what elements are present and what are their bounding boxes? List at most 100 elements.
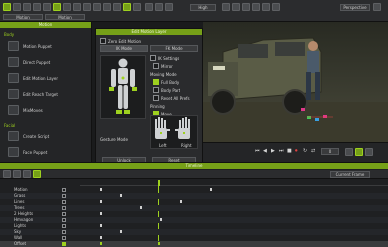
sync-icon[interactable] (355, 148, 363, 156)
create-project-icon[interactable] (3, 3, 11, 11)
track-visibility-checkbox[interactable] (62, 212, 66, 216)
ik-settings-checkbox[interactable] (150, 55, 156, 61)
perspective-dropdown[interactable]: Perspective (340, 4, 370, 11)
ik-settings-row[interactable]: IK Settings (150, 55, 200, 61)
timeline-add-icon[interactable] (13, 170, 21, 178)
face-puppet-item[interactable]: Face Puppet (8, 147, 47, 157)
grid-icon[interactable] (222, 3, 230, 11)
track-visibility-checkbox[interactable] (62, 188, 66, 192)
section-facial: Facial (4, 123, 16, 128)
reset-all-row[interactable]: Reset All Prefs (153, 95, 200, 101)
tab-fk-mode[interactable]: FK Mode (150, 45, 198, 52)
view-dropdown[interactable]: High (190, 4, 216, 11)
open-folder-icon[interactable] (13, 3, 21, 11)
reset-all-checkbox[interactable] (153, 95, 159, 101)
render-icon[interactable] (133, 3, 141, 11)
wireframe-icon[interactable] (232, 3, 240, 11)
direct-puppet-item[interactable]: Direct Puppet (8, 57, 50, 67)
keyframe[interactable] (100, 188, 102, 191)
texture-icon[interactable] (252, 3, 260, 11)
create-script-item[interactable]: Create Script (8, 131, 49, 141)
keyframe[interactable] (210, 188, 212, 191)
edit-motion-layer-item[interactable]: Edit Motion Layer (8, 73, 58, 83)
camera-switch-icon[interactable] (345, 148, 353, 156)
keyframe[interactable] (100, 242, 102, 245)
track-row-selected[interactable]: Offset (0, 241, 388, 247)
loop-icon[interactable]: ↻ (303, 148, 307, 154)
zero-edit-motion-checkbox[interactable] (100, 38, 106, 44)
timeline-key-icon[interactable] (23, 170, 31, 178)
shadow-icon[interactable] (262, 3, 270, 11)
animation-icon[interactable] (123, 3, 131, 11)
keyframe[interactable] (100, 200, 102, 203)
tab-motion-right[interactable]: Motion (45, 14, 85, 20)
keyframe[interactable] (100, 224, 102, 227)
body-diagram[interactable] (101, 56, 145, 118)
scale-tool-icon[interactable] (83, 3, 91, 11)
body-part-radio[interactable] (153, 87, 159, 93)
track-visibility-checkbox[interactable] (62, 224, 66, 228)
last-frame-icon[interactable]: ⏭ (279, 148, 284, 154)
keyframe[interactable] (140, 206, 142, 209)
track-visibility-checkbox[interactable] (62, 218, 66, 222)
undo-icon[interactable] (33, 3, 41, 11)
mirror-row[interactable]: Mirror (153, 63, 200, 69)
full-body-row[interactable]: Full Body (153, 79, 200, 85)
keyframe[interactable] (120, 230, 122, 233)
full-body-radio[interactable] (153, 79, 159, 85)
character-icon[interactable] (113, 3, 121, 11)
light-icon[interactable] (103, 3, 111, 11)
track-visibility-checkbox[interactable] (62, 242, 66, 246)
track-visibility-checkbox[interactable] (62, 230, 66, 234)
frame-field[interactable]: 0 (321, 148, 339, 155)
mirror-checkbox[interactable] (153, 63, 159, 69)
timeline-ruler[interactable] (80, 180, 388, 186)
move-tool-icon[interactable] (63, 3, 71, 11)
prev-frame-icon[interactable]: ◀ (263, 148, 267, 154)
select-tool-icon[interactable] (53, 3, 61, 11)
rotate-tool-icon[interactable] (73, 3, 81, 11)
motion-puppet-label: Motion Puppet (23, 43, 52, 49)
section-body: Body (4, 32, 15, 37)
first-frame-icon[interactable]: ⏮ (255, 148, 260, 154)
zero-edit-motion-row[interactable]: Zero Edit Motion (100, 38, 141, 44)
hands-diagram[interactable] (151, 116, 197, 142)
timeline-motion-icon[interactable] (33, 170, 41, 178)
track-visibility-checkbox[interactable] (62, 200, 66, 204)
mixmoves-item[interactable]: MixMoves (8, 105, 43, 115)
camera-icon[interactable] (93, 3, 101, 11)
keyframe[interactable] (160, 218, 162, 221)
pingpong-icon[interactable]: ⇄ (311, 148, 315, 154)
sound-icon[interactable] (272, 3, 280, 11)
play-icon[interactable]: ▶ (271, 148, 275, 154)
timeline-filter-icon[interactable] (3, 170, 11, 178)
track-visibility-checkbox[interactable] (62, 236, 66, 240)
timeline-settings-icon[interactable] (365, 148, 373, 156)
orbit-icon[interactable] (165, 3, 173, 11)
zoom-icon[interactable] (155, 3, 163, 11)
keyframe[interactable] (120, 194, 122, 197)
keyframe[interactable] (158, 242, 160, 245)
motion-puppet-item[interactable]: Motion Puppet (8, 41, 52, 51)
keyframe[interactable] (180, 200, 182, 203)
current-frame-dropdown[interactable]: Current Frame (330, 171, 370, 178)
shading-icon[interactable] (242, 3, 250, 11)
redo-icon[interactable] (43, 3, 51, 11)
track-visibility-checkbox[interactable] (62, 194, 66, 198)
tab-ik-mode[interactable]: IK Mode (100, 45, 148, 52)
pan-icon[interactable] (145, 3, 153, 11)
keyframe[interactable] (100, 236, 102, 239)
3d-viewport[interactable] (203, 22, 388, 142)
stop-icon[interactable]: ■ (287, 148, 292, 154)
body-part-row[interactable]: Body Part (153, 87, 200, 93)
keyframe[interactable] (100, 212, 102, 215)
track-visibility-checkbox[interactable] (62, 206, 66, 210)
timeline-panel: Timeline Current Frame Motion Grass Line… (0, 162, 388, 247)
face-puppet-icon (8, 147, 19, 157)
tab-motion-left[interactable]: Motion (3, 14, 43, 20)
settings-icon[interactable] (373, 3, 381, 11)
save-icon[interactable] (23, 3, 31, 11)
timeline-toolbar: Current Frame (0, 170, 388, 179)
record-icon[interactable]: ⏺ (295, 148, 298, 154)
edit-reach-target-item[interactable]: Edit Reach Target (8, 89, 58, 99)
